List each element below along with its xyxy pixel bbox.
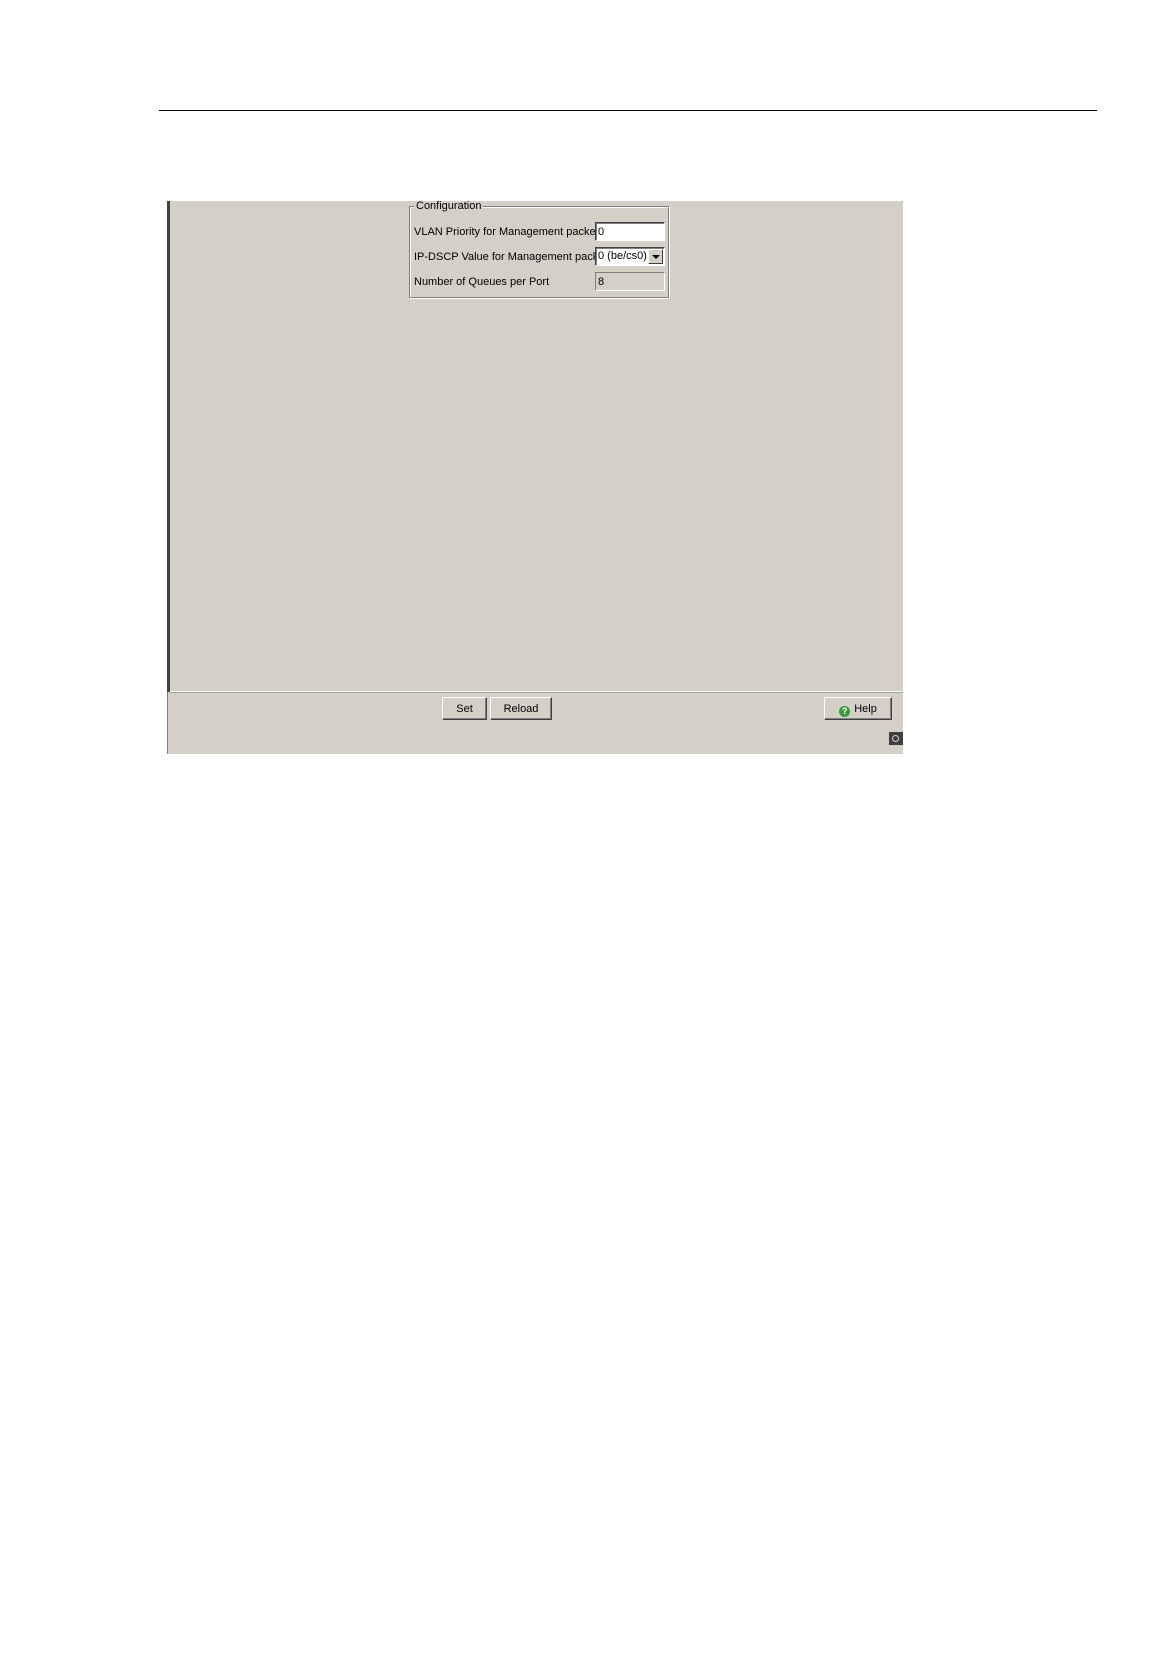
configuration-group-title: Configuration [414,201,484,213]
set-button[interactable]: Set [442,697,487,720]
queues-per-port-field [595,272,665,291]
qos-management-window: Configuration VLAN Priority for Manageme… [167,201,903,754]
configuration-group: Configuration VLAN Priority for Manageme… [409,201,669,298]
help-icon: ? [839,706,851,717]
page-top-rule [159,110,1097,111]
vlan-priority-label: VLAN Priority for Management packets [414,226,605,238]
help-button[interactable]: ? Help [824,697,892,720]
ip-dscp-label: IP-DSCP Value for Management packets [414,251,613,263]
ip-dscp-select[interactable]: 0 (be/cs0) [595,247,665,266]
chevron-down-icon[interactable] [648,249,663,264]
ip-dscp-selected-value: 0 (be/cs0) [598,250,647,262]
help-button-label: Help [854,703,877,715]
window-left-border-lower [167,692,168,754]
content-pane: Configuration VLAN Priority for Manageme… [170,201,903,692]
reload-button[interactable]: Reload [490,697,552,720]
vlan-priority-input[interactable] [595,222,665,241]
resize-grip-icon[interactable] [889,732,903,745]
queues-per-port-label: Number of Queues per Port [414,276,550,288]
